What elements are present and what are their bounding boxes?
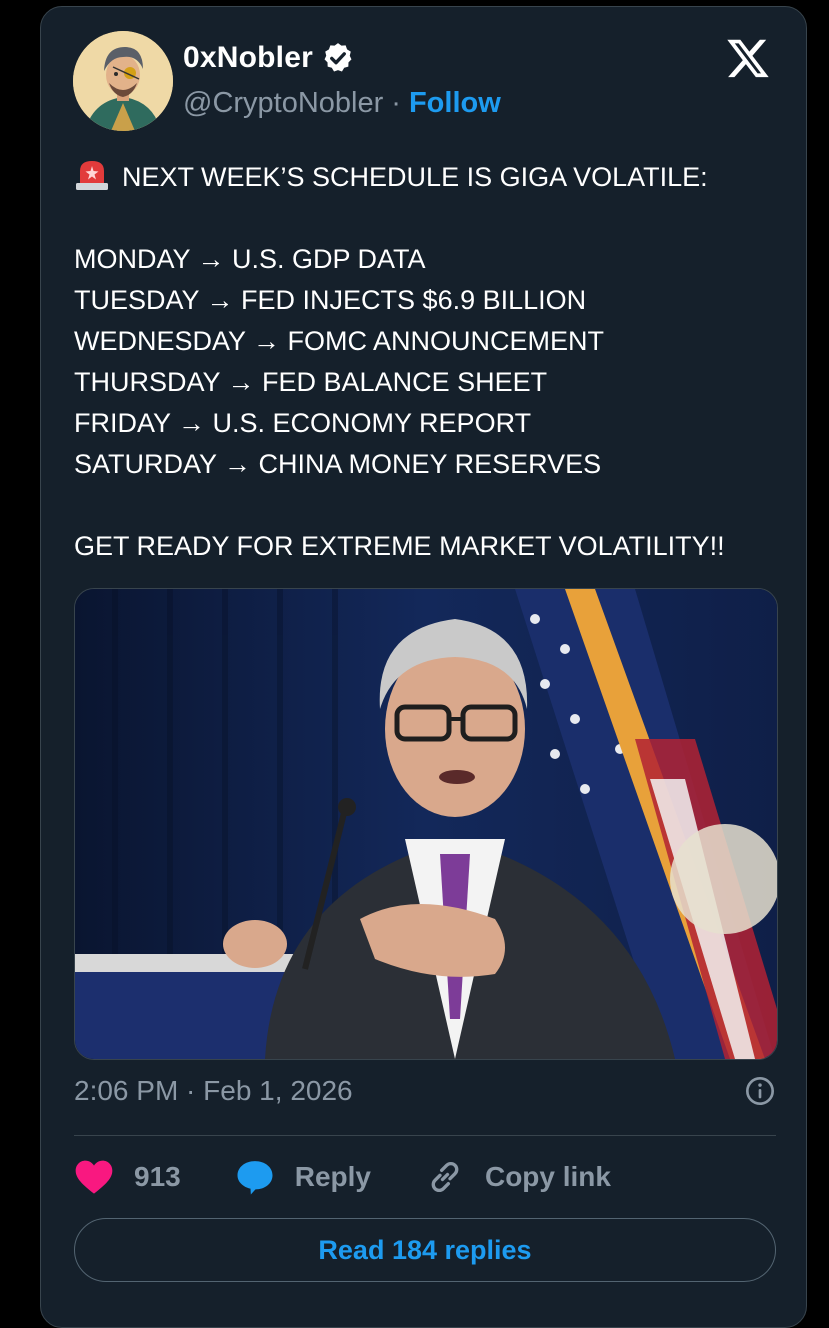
verified-badge-icon [321,41,355,75]
tweet-text: NEXT WEEK’S SCHEDULE IS GIGA VOLATILE: M… [74,157,794,567]
like-button[interactable]: 913 [74,1158,181,1196]
tweet-closing: GET READY FOR EXTREME MARKET VOLATILITY!… [74,531,725,561]
avatar[interactable] [73,31,173,131]
schedule-line: TUESDAY → FED INJECTS $6.9 BILLION [74,285,587,315]
copy-link-button[interactable]: Copy link [425,1157,611,1197]
reply-label: Reply [294,1161,371,1192]
author-display-name[interactable]: 0xNobler [183,41,313,75]
read-replies-button[interactable]: Read 184 replies [74,1218,776,1282]
x-logo-icon[interactable] [725,35,771,81]
reply-button[interactable]: Reply [235,1157,371,1197]
speech-bubble-icon [237,1161,273,1195]
link-icon [431,1162,459,1192]
heart-icon [75,1160,113,1194]
info-icon[interactable] [744,1075,776,1107]
schedule-line: MONDAY → U.S. GDP DATA [74,244,426,274]
schedule-line: WEDNESDAY → FOMC ANNOUNCEMENT [74,326,605,356]
tweet-headline-line: NEXT WEEK’S SCHEDULE IS GIGA VOLATILE: [74,157,794,198]
divider [74,1135,776,1136]
read-replies-label: Read 184 replies [318,1234,532,1265]
schedule-line: THURSDAY → FED BALANCE SHEET [74,367,548,397]
copy-link-label: Copy link [484,1161,611,1192]
tweet-timestamp[interactable]: 2:06 PM · Feb 1, 2026 [74,1075,353,1107]
schedule-line: FRIDAY → U.S. ECONOMY REPORT [74,408,532,438]
handle-separator: · [391,87,401,119]
siren-emoji-icon [74,159,110,191]
action-bar: 913 Reply Copy link [74,1155,776,1199]
author-handle[interactable]: @CryptoNobler [183,87,383,120]
likes-count: 913 [134,1161,181,1192]
tweet-headline: NEXT WEEK’S SCHEDULE IS GIGA VOLATILE: [122,162,708,192]
tweet-embed-card: 0xNobler @CryptoNobler · Follow NEXT WEE… [40,6,807,1328]
follow-link[interactable]: Follow [409,87,501,120]
schedule-line: SATURDAY → CHINA MONEY RESERVES [74,449,602,479]
tweet-photo[interactable] [74,588,778,1060]
